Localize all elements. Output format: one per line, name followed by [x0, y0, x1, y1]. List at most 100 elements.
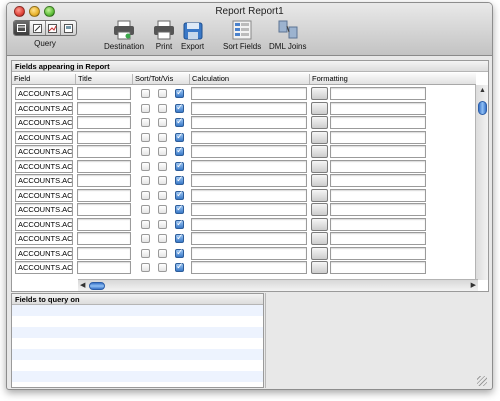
- formatting-cell[interactable]: [330, 130, 426, 144]
- visible-checkbox[interactable]: [175, 87, 184, 98]
- visible-checkbox[interactable]: [175, 145, 184, 156]
- sort-checkbox[interactable]: [141, 103, 150, 113]
- formatting-cell[interactable]: [330, 232, 426, 245]
- formatting-button[interactable]: [311, 203, 328, 216]
- title-cell[interactable]: [77, 159, 131, 173]
- list-row[interactable]: [12, 371, 263, 382]
- visible-checkbox[interactable]: [175, 102, 184, 113]
- title-cell[interactable]: [77, 130, 131, 144]
- sort-checkbox[interactable]: [141, 118, 150, 127]
- formatting-cell[interactable]: [330, 217, 426, 231]
- total-checkbox[interactable]: [158, 176, 167, 185]
- calculation-cell[interactable]: [191, 159, 307, 173]
- query-field-list[interactable]: [12, 305, 263, 382]
- total-checkbox[interactable]: [158, 132, 167, 142]
- title-cell[interactable]: [77, 217, 131, 231]
- total-checkbox[interactable]: [158, 89, 167, 98]
- horizontal-scrollbar[interactable]: ◀ ▶: [78, 279, 478, 291]
- field-cell[interactable]: ACCOUNTS.AC: [15, 116, 73, 129]
- sort-fields-button[interactable]: Sort Fields: [223, 20, 261, 51]
- calculation-cell[interactable]: [191, 217, 307, 231]
- field-cell[interactable]: ACCOUNTS.AC: [15, 174, 73, 187]
- column-header-sort-tot-vis[interactable]: Sort/Tot/Vis: [132, 74, 189, 84]
- query-view-segmented-control[interactable]: [13, 20, 77, 36]
- sort-checkbox[interactable]: [141, 176, 150, 185]
- edit-view-icon[interactable]: [30, 21, 46, 35]
- chart-view-icon[interactable]: [46, 21, 62, 35]
- vertical-scrollbar[interactable]: ▲: [475, 85, 488, 280]
- field-cell[interactable]: ACCOUNTS.AC: [15, 145, 73, 158]
- calculation-cell[interactable]: [191, 145, 307, 158]
- column-header-formatting[interactable]: Formatting: [309, 74, 476, 84]
- calculation-cell[interactable]: [191, 232, 307, 245]
- formatting-cell[interactable]: [330, 246, 426, 260]
- sort-checkbox[interactable]: [141, 89, 150, 98]
- formatting-cell[interactable]: [330, 261, 426, 274]
- column-header-title[interactable]: Title: [75, 74, 133, 84]
- total-checkbox[interactable]: [158, 103, 167, 113]
- title-cell[interactable]: [77, 145, 131, 158]
- calculation-cell[interactable]: [191, 101, 307, 115]
- export-button[interactable]: Export: [181, 20, 204, 51]
- sort-checkbox[interactable]: [141, 219, 150, 229]
- visible-checkbox[interactable]: [175, 261, 184, 272]
- field-cell[interactable]: ACCOUNTS.AC: [15, 188, 73, 202]
- formatting-cell[interactable]: [330, 87, 426, 100]
- sort-checkbox[interactable]: [141, 147, 150, 156]
- field-cell[interactable]: ACCOUNTS.AC: [15, 246, 73, 260]
- total-checkbox[interactable]: [158, 161, 167, 171]
- field-cell[interactable]: ACCOUNTS.AC: [15, 261, 73, 274]
- sort-checkbox[interactable]: [141, 190, 150, 200]
- visible-checkbox[interactable]: [175, 131, 184, 142]
- sort-checkbox[interactable]: [141, 248, 150, 258]
- list-row[interactable]: [12, 327, 263, 338]
- visible-checkbox[interactable]: [175, 218, 184, 229]
- resize-grip-icon[interactable]: [477, 376, 487, 386]
- list-row[interactable]: [12, 305, 263, 316]
- calculation-cell[interactable]: [191, 116, 307, 129]
- formatting-button[interactable]: [311, 232, 328, 245]
- formatting-cell[interactable]: [330, 174, 426, 187]
- list-row[interactable]: [12, 360, 263, 371]
- formatting-button[interactable]: [311, 130, 328, 144]
- field-cell[interactable]: ACCOUNTS.AC: [15, 101, 73, 115]
- title-cell[interactable]: [77, 116, 131, 129]
- calculation-cell[interactable]: [191, 203, 307, 216]
- visible-checkbox[interactable]: [175, 116, 184, 127]
- scroll-up-arrow-icon[interactable]: ▲: [479, 87, 486, 94]
- formatting-cell[interactable]: [330, 203, 426, 216]
- field-cell[interactable]: ACCOUNTS.AC: [15, 203, 73, 216]
- list-row[interactable]: [12, 316, 263, 327]
- title-cell[interactable]: [77, 174, 131, 187]
- formatting-button[interactable]: [311, 246, 328, 260]
- visible-checkbox[interactable]: [175, 174, 184, 185]
- total-checkbox[interactable]: [158, 147, 167, 156]
- total-checkbox[interactable]: [158, 234, 167, 243]
- formatting-button[interactable]: [311, 174, 328, 187]
- print-button[interactable]: Print: [153, 20, 175, 51]
- scroll-right-arrow-icon[interactable]: ▶: [471, 281, 476, 289]
- dml-joins-button[interactable]: DML Joins: [269, 20, 307, 51]
- horizontal-scroll-thumb[interactable]: [89, 282, 105, 290]
- field-cell[interactable]: ACCOUNTS.AC: [15, 130, 73, 144]
- title-cell[interactable]: [77, 101, 131, 115]
- scroll-left-arrow-icon[interactable]: ◀: [80, 281, 85, 289]
- formatting-cell[interactable]: [330, 188, 426, 202]
- formatting-cell[interactable]: [330, 159, 426, 173]
- total-checkbox[interactable]: [158, 248, 167, 258]
- sort-checkbox[interactable]: [141, 234, 150, 243]
- calculation-cell[interactable]: [191, 246, 307, 260]
- calculation-cell[interactable]: [191, 87, 307, 100]
- calculation-cell[interactable]: [191, 261, 307, 274]
- total-checkbox[interactable]: [158, 190, 167, 200]
- sort-checkbox[interactable]: [141, 161, 150, 171]
- formatting-button[interactable]: [311, 101, 328, 115]
- title-cell[interactable]: [77, 188, 131, 202]
- table-view-icon[interactable]: [14, 21, 30, 35]
- formatting-button[interactable]: [311, 87, 328, 100]
- sort-checkbox[interactable]: [141, 132, 150, 142]
- sort-checkbox[interactable]: [141, 263, 150, 272]
- sort-checkbox[interactable]: [141, 205, 150, 214]
- title-cell[interactable]: [77, 87, 131, 100]
- visible-checkbox[interactable]: [175, 232, 184, 243]
